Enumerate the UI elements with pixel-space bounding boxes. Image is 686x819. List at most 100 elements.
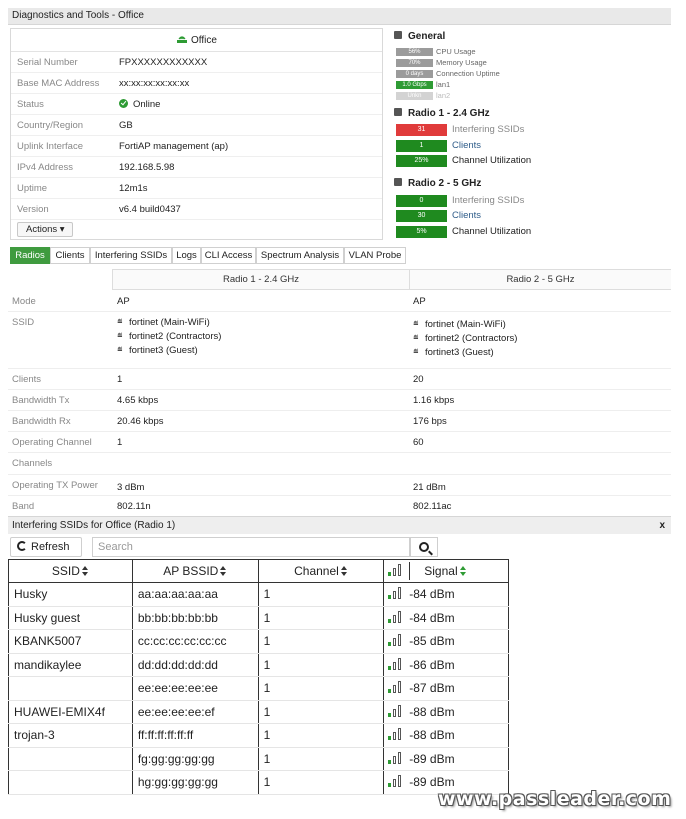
sort-icon [81,566,89,576]
signal-strength-icon [388,728,404,741]
header-label: Signal [424,564,458,578]
signal-value: -87 dBm [409,681,455,696]
signal-strength-icon [388,587,404,600]
ap-ssid-icon: ≝ [117,319,123,326]
signal-value: -88 dBm [409,728,455,743]
window-titlebar: Diagnostics and Tools - Office [8,8,671,25]
ap-ssid-icon: ≝ [117,333,123,340]
ssid-cell: Husky [8,582,133,607]
radio-row-mode: Mode AP AP [8,291,671,312]
ssid-cell: Husky guest [8,606,133,630]
table-row[interactable]: HUAWEI-EMIX4f ee:ee:ee:ee:ef 1 -88 dBm [8,700,509,724]
radio1-title-text: Radio 1 - 2.4 GHz [408,108,490,119]
search-input[interactable] [92,537,410,557]
info-value: FortiAP management (ap) [119,141,229,152]
table-row[interactable]: ee:ee:ee:ee:ee 1 -87 dBm [8,676,509,701]
info-key: Base MAC Address [17,78,100,89]
info-value: 12m1s [119,183,148,194]
ssid-item[interactable]: ≝ fortinet (Main-WiFi) [117,317,221,331]
signal-strength-icon [388,634,404,647]
radio1-ssid-list: ≝ fortinet (Main-WiFi) ≝ fortinet2 (Contra… [117,317,221,359]
table-row[interactable]: Husky guest bb:bb:bb:bb:bb 1 -84 dBm [8,606,509,630]
channel-cell: 1 [257,747,385,771]
search-icon [419,542,429,552]
close-icon[interactable]: x [659,520,665,531]
ssid-name: fortinet2 (Contractors) [129,331,222,342]
radio-row-channels: Channels [8,453,671,475]
tab-logs[interactable]: Logs [172,247,201,264]
signal-column-header[interactable]: Signal [383,559,509,583]
header-label: SSID [51,564,80,578]
ssid-item[interactable]: ≝ fortinet (Main-WiFi) [413,319,517,333]
actions-dropdown-button[interactable]: Actions ▾ [17,222,73,237]
tab-vlan-probe[interactable]: VLAN Probe [344,247,406,264]
radio2-interfering-label[interactable]: Interfering SSIDs [452,195,524,206]
table-row[interactable]: hg:gg:gg:gg:gg 1 -89 dBm [8,770,509,795]
signal-value: -84 dBm [409,587,455,602]
ssid-item[interactable]: ≝ fortinet2 (Contractors) [117,331,221,345]
lan2-label: lan2 [436,91,451,100]
radio2-value: 802.11ac [413,501,452,512]
radio-row-band: Band 802.11n 802.11ac [8,496,671,516]
general-section-title[interactable]: General [394,31,445,42]
row-key: Mode [12,296,36,307]
info-row-serial: Serial Number FPXXXXXXXXXXXX [11,52,382,73]
ssid-column-header[interactable]: SSID [8,559,133,583]
row-key: SSID [12,317,35,328]
radio1-value: 3 dBm [117,482,145,493]
uptime-label: Connection Uptime [436,69,500,78]
row-key: Clients [12,374,42,385]
tab-interfering-ssids[interactable]: Interfering SSIDs [90,247,172,264]
radio2-clients-label[interactable]: Clients [452,210,481,221]
table-row[interactable]: mandikaylee dd:dd:dd:dd:dd 1 -86 dBm [8,653,509,677]
signal-value: -89 dBm [409,751,455,766]
header-label: Channel [294,564,339,578]
bssid-column-header[interactable]: AP BSSID [131,559,259,583]
bssid-cell: cc:cc:cc:cc:cc:cc [131,629,259,654]
info-key: Uptime [17,183,48,194]
channel-cell: 1 [257,700,385,724]
radio1-interfering-label[interactable]: Interfering SSIDs [452,124,524,135]
tab-clients[interactable]: Clients [50,247,90,264]
info-value: Online [119,99,160,110]
radio1-section-title[interactable]: Radio 1 - 2.4 GHz [394,108,490,119]
channel-column-header[interactable]: Channel [257,559,385,583]
uptime-badge: 0 days [396,70,433,78]
radio2-value: 21 dBm [413,482,446,493]
channel-cell: 1 [257,676,385,701]
refresh-button[interactable]: Refresh [10,537,82,557]
tab-cli-access[interactable]: CLI Access [201,247,256,264]
ssid-item[interactable]: ≝ fortinet3 (Guest) [413,347,517,361]
watermark: www.passleader.com [438,788,672,810]
radio2-section-title[interactable]: Radio 2 - 5 GHz [394,178,481,189]
channel-cell: 1 [257,582,385,607]
info-row-uptime: Uptime 12m1s [11,178,382,199]
table-row[interactable]: KBANK5007 cc:cc:cc:cc:cc:cc 1 -85 dBm [8,629,509,654]
radio1-column-header: Radio 1 - 2.4 GHz [112,269,409,290]
ssid-name: fortinet (Main-WiFi) [425,319,506,330]
tab-radios[interactable]: Radios [10,247,50,264]
ap-ssid-icon: ≝ [413,349,419,356]
channel-cell: 1 [257,629,385,654]
ssid-item[interactable]: ≝ fortinet2 (Contractors) [413,333,517,347]
search-button[interactable] [410,537,438,557]
info-row-country: Country/Region GB [11,115,382,136]
radio-row-operating-channel: Operating Channel 1 60 [8,432,671,453]
radio1-clients-label[interactable]: Clients [452,140,481,151]
bssid-cell: hg:gg:gg:gg:gg [131,770,259,795]
ssid-item[interactable]: ≝ fortinet3 (Guest) [117,345,221,359]
table-row[interactable]: fg:gg:gg:gg:gg 1 -89 dBm [8,747,509,771]
collapse-icon[interactable] [394,108,402,116]
ssid-cell [8,676,133,701]
signal-strength-icon [388,681,404,694]
table-row[interactable]: Husky aa:aa:aa:aa:aa 1 -84 dBm [8,582,509,607]
radio2-column-header: Radio 2 - 5 GHz [409,269,671,290]
ssid-cell: trojan-3 [8,723,133,748]
interfering-ssids-table: SSID AP BSSID Channel Signal Husky aa:aa:… [8,559,509,795]
collapse-icon[interactable] [394,178,402,186]
table-row[interactable]: trojan-3 ff:ff:ff:ff:ff:ff 1 -88 dBm [8,723,509,748]
info-key: Status [17,99,44,110]
collapse-icon[interactable] [394,31,402,39]
bssid-cell: ee:ee:ee:ee:ef [131,700,259,724]
tab-spectrum-analysis[interactable]: Spectrum Analysis [256,247,344,264]
